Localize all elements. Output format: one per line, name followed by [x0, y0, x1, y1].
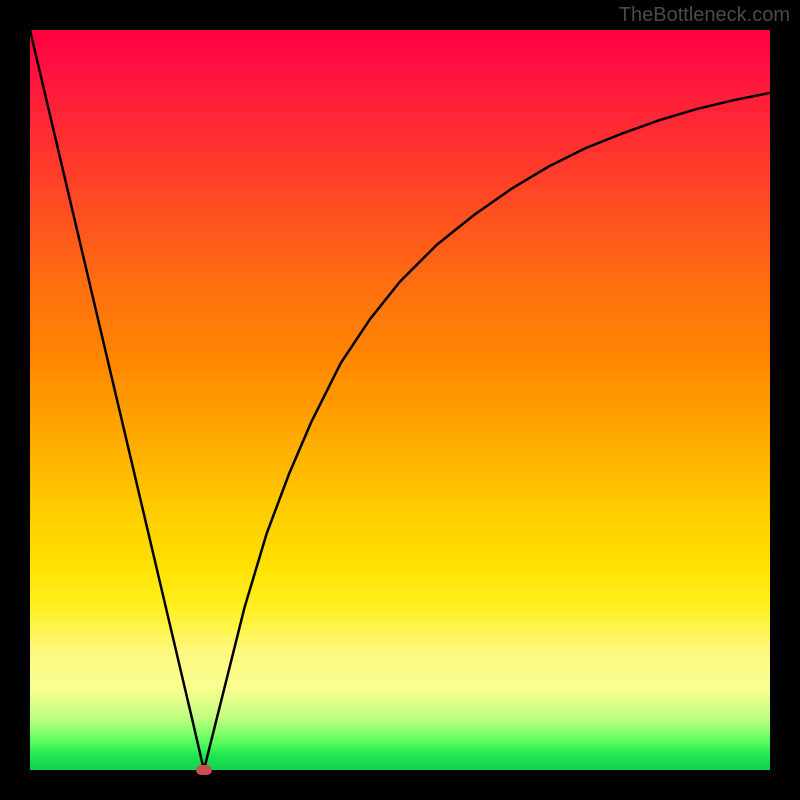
bottleneck-curve-svg — [30, 30, 770, 770]
bottleneck-curve-path — [30, 30, 770, 770]
watermark-text: TheBottleneck.com — [619, 4, 790, 27]
minimum-marker — [196, 765, 212, 775]
